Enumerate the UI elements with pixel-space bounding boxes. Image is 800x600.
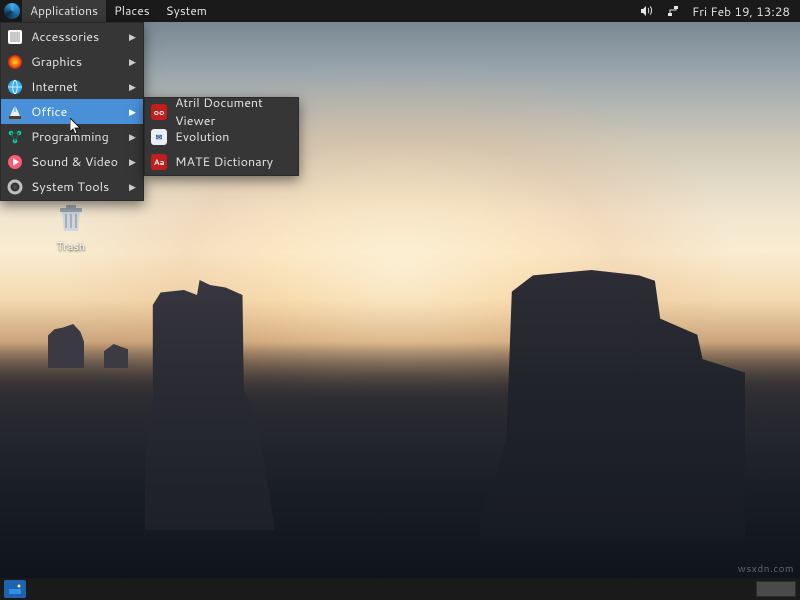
- submenu-arrow-icon: ▶: [129, 180, 137, 193]
- submenu-arrow-icon: ▶: [129, 105, 137, 118]
- bottom-panel: [0, 578, 800, 600]
- menu-category-internet[interactable]: Internet ▶: [1, 74, 143, 99]
- desktop-icon-trash[interactable]: Trash: [36, 200, 106, 254]
- menu-label: Graphics: [31, 53, 121, 71]
- workspace-switcher[interactable]: [756, 581, 796, 597]
- app-atril[interactable]: oo Atril Document Viewer: [145, 99, 298, 124]
- cursor-icon: [70, 118, 82, 136]
- menu-category-system-tools[interactable]: System Tools ▶: [1, 174, 143, 199]
- office-submenu: oo Atril Document Viewer ✉ Evolution Aa …: [144, 97, 299, 176]
- network-icon[interactable]: [666, 4, 680, 18]
- menu-category-sound-video[interactable]: Sound & Video ▶: [1, 149, 143, 174]
- app-label: Evolution: [175, 128, 292, 146]
- system-tools-icon: [7, 179, 23, 195]
- app-evolution[interactable]: ✉ Evolution: [145, 124, 298, 149]
- programming-icon: [7, 129, 23, 145]
- submenu-arrow-icon: ▶: [129, 130, 137, 143]
- evolution-icon: ✉: [151, 129, 167, 145]
- menu-label: Internet: [31, 78, 121, 96]
- applications-menu: Accessories ▶ Graphics ▶ Internet ▶ Offi…: [0, 22, 144, 201]
- menu-category-graphics[interactable]: Graphics ▶: [1, 49, 143, 74]
- menu-label: System Tools: [31, 178, 121, 196]
- wallpaper-rock: [48, 324, 84, 368]
- accessories-icon: [7, 29, 23, 45]
- clock[interactable]: Fri Feb 19, 13:28: [692, 3, 790, 20]
- menu-label: Accessories: [31, 28, 121, 46]
- top-panel: Applications Places System Fri Feb 19, 1…: [0, 0, 800, 22]
- internet-icon: [7, 79, 23, 95]
- panel-menu-places[interactable]: Places: [106, 0, 158, 22]
- atril-icon: oo: [151, 104, 167, 120]
- graphics-icon: [7, 54, 23, 70]
- desktop-icon-label: Trash: [57, 238, 85, 254]
- multimedia-icon: [7, 154, 23, 170]
- watermark: wsxdn.com: [738, 562, 794, 576]
- app-label: MATE Dictionary: [175, 153, 292, 171]
- submenu-arrow-icon: ▶: [129, 155, 137, 168]
- show-desktop-button[interactable]: [4, 580, 26, 598]
- menu-category-accessories[interactable]: Accessories ▶: [1, 24, 143, 49]
- office-icon: [7, 104, 23, 120]
- app-label: Atril Document Viewer: [175, 94, 292, 130]
- distro-logo-icon[interactable]: [4, 3, 20, 19]
- menu-label: Sound & Video: [31, 153, 121, 171]
- volume-icon[interactable]: [640, 4, 654, 18]
- trash-icon: [51, 200, 91, 236]
- submenu-arrow-icon: ▶: [129, 80, 137, 93]
- system-tray: Fri Feb 19, 13:28: [640, 3, 796, 20]
- panel-menu-system[interactable]: System: [158, 0, 215, 22]
- submenu-arrow-icon: ▶: [129, 55, 137, 68]
- app-mate-dictionary[interactable]: Aa MATE Dictionary: [145, 149, 298, 174]
- dictionary-icon: Aa: [151, 154, 167, 170]
- submenu-arrow-icon: ▶: [129, 30, 137, 43]
- panel-menu-applications[interactable]: Applications: [22, 0, 106, 22]
